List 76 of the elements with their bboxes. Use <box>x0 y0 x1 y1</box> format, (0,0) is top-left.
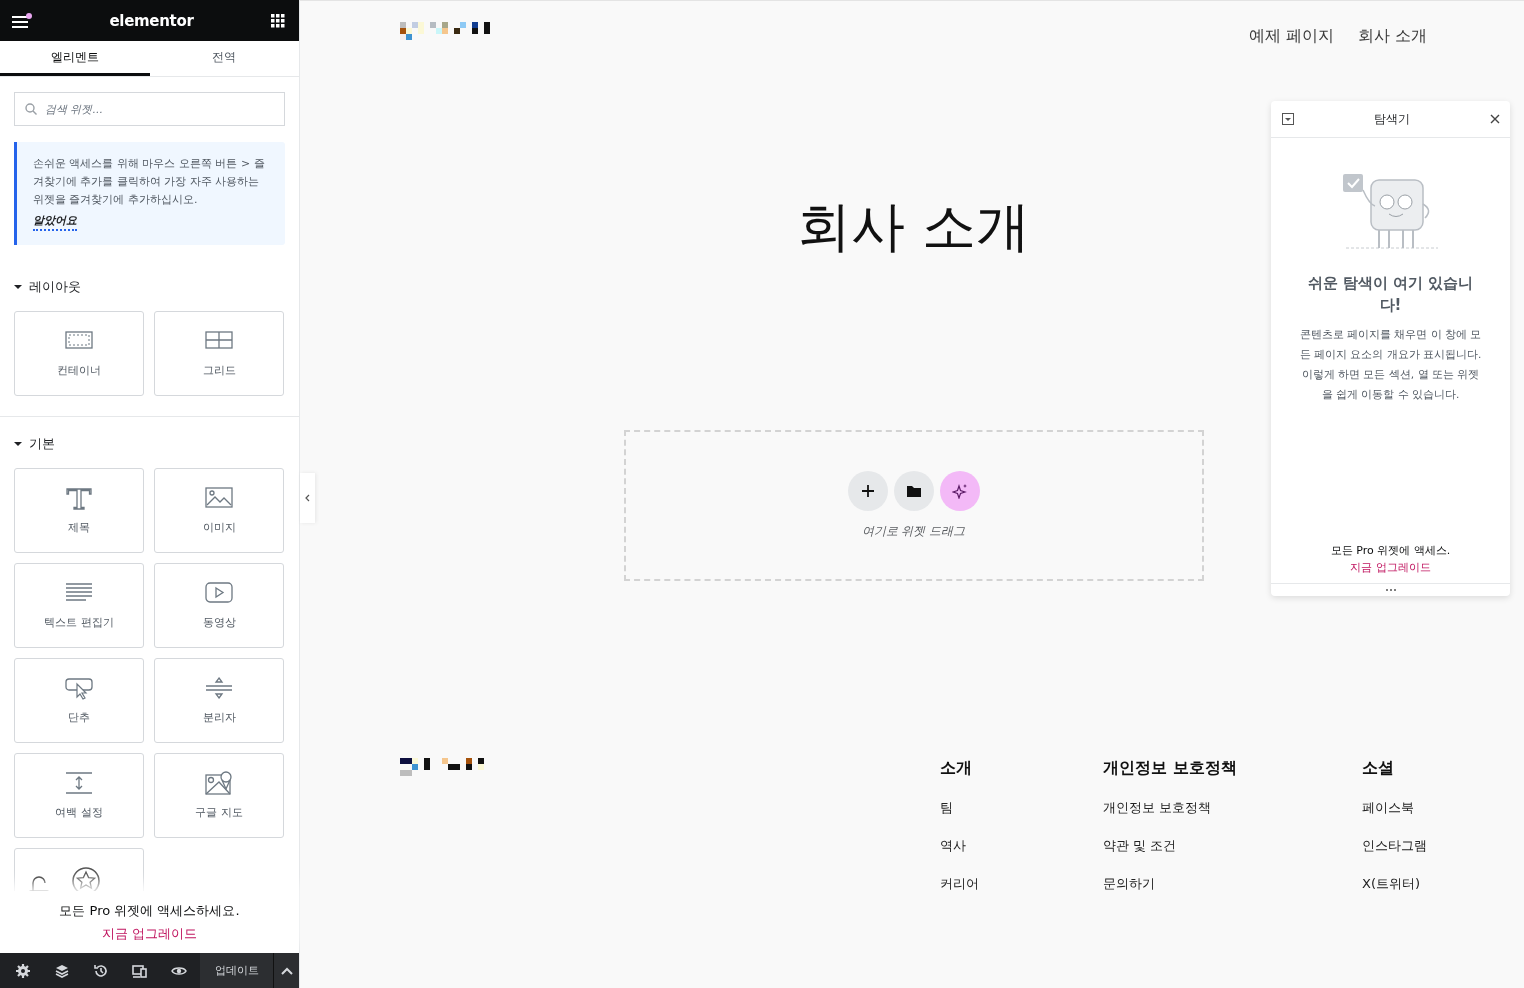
widget-label: 이미지 <box>202 520 236 535</box>
widget-card[interactable]: 이미지 <box>154 468 284 553</box>
responsive-icon[interactable] <box>131 962 148 979</box>
panel-title: 탐색기 <box>1374 110 1410 128</box>
pointer-icon <box>65 676 93 700</box>
drop-hint: 여기로 위젯 드래그 <box>861 522 966 540</box>
collapse-icon[interactable] <box>1282 113 1294 125</box>
sparkle-icon <box>951 482 968 499</box>
widget-label: 분리자 <box>202 710 236 725</box>
dismiss-link[interactable]: 알았어요 <box>33 213 77 231</box>
resize-handle-icon[interactable] <box>1384 588 1397 592</box>
footer-link[interactable]: 개인정보 보호정책 <box>1103 798 1362 817</box>
divider-icon <box>205 676 233 700</box>
footer-heading: 소개 <box>940 757 973 779</box>
footer-heading: 개인정보 보호정책 <box>1103 757 1238 779</box>
search-icon <box>25 103 37 115</box>
category-title[interactable]: 레이아웃 <box>29 278 81 296</box>
footer-link[interactable]: X(트위터) <box>1362 874 1427 893</box>
widget-card[interactable]: 컨테이너 <box>14 311 144 396</box>
plus-icon <box>861 484 874 497</box>
footer-link[interactable]: 문의하기 <box>1103 874 1362 893</box>
footer-link[interactable]: 팀 <box>940 798 1103 817</box>
widget-card[interactable]: 구글 지도 <box>154 753 284 838</box>
nav-link[interactable]: 예제 페이지 <box>1248 26 1334 47</box>
notice-text: 손쉬운 액세스를 위해 마우스 오른쪽 버튼 > 즐겨찾기에 추가를 클릭하여 가장 자주 사용하는 위젯을 즐겨찾기에 추가하십시오. <box>33 156 266 208</box>
widget-label: 컨테이너 <box>57 363 101 378</box>
widget-card[interactable]: 동영상 <box>154 563 284 648</box>
apps-grid-icon[interactable] <box>271 13 285 28</box>
upgrade-link[interactable]: 지금 업그레이드 <box>1350 559 1431 576</box>
footer-link[interactable]: 인스타그램 <box>1362 836 1427 855</box>
heading-icon <box>65 486 93 510</box>
image-icon <box>205 486 233 510</box>
widget-label: 텍스트 편집기 <box>44 615 114 630</box>
close-icon[interactable] <box>1490 114 1500 124</box>
layers-icon[interactable] <box>53 962 70 979</box>
play-icon <box>205 581 233 605</box>
widget-card[interactable]: 분리자 <box>154 658 284 743</box>
footer-link[interactable]: 약관 및 조건 <box>1103 836 1362 855</box>
empty-state-heading: 쉬운 탐색이 여기 있습니다! <box>1306 273 1475 316</box>
menu-icon[interactable] <box>10 12 32 29</box>
category-title[interactable]: 기본 <box>29 435 55 453</box>
widget-card[interactable]: 제목 <box>14 468 144 553</box>
footer-link[interactable]: 역사 <box>940 836 1103 855</box>
widget-label: 여백 설정 <box>55 805 103 820</box>
widget-card[interactable]: 그리드 <box>154 311 284 396</box>
empty-state-text: 콘텐츠로 페이지를 채우면 이 창에 모든 페이지 요소의 개요가 표시됩니다. 이렇게 하면 모든 섹션, 열 또는 위젯을 쉽게 이동할 수 있습니다. <box>1299 327 1482 402</box>
promo-text: 모든 Pro 위젯에 액세스하세요. <box>59 901 240 920</box>
footer-link[interactable]: 커리어 <box>940 874 1103 893</box>
caret-icon[interactable] <box>14 440 22 448</box>
chevron-up-icon[interactable] <box>280 966 293 975</box>
widget-label: 동영상 <box>202 615 236 630</box>
widget-card[interactable]: 여백 설정 <box>14 753 144 838</box>
nav-link[interactable]: 회사 소개 <box>1357 26 1427 47</box>
footer-heading: 소셜 <box>1362 757 1395 779</box>
widget-card[interactable]: 텍스트 편집기 <box>14 563 144 648</box>
widget-label: 그리드 <box>202 363 236 378</box>
map-pin-icon <box>205 771 233 795</box>
widget-label: 제목 <box>68 520 90 535</box>
page-title: 회사 소개 <box>796 195 1031 260</box>
collapse-handle[interactable] <box>300 473 315 523</box>
caret-icon[interactable] <box>14 283 22 291</box>
ai-button[interactable] <box>939 470 980 511</box>
upgrade-link[interactable]: 지금 업그레이드 <box>102 925 197 943</box>
footer-link[interactable]: 페이스북 <box>1362 798 1427 817</box>
widget-label: 단추 <box>68 710 90 725</box>
update-button[interactable]: 업데이트 <box>200 953 274 988</box>
spacer-icon <box>65 771 93 795</box>
settings-icon[interactable] <box>14 962 31 979</box>
widget-card[interactable]: 단추 <box>14 658 144 743</box>
history-icon[interactable] <box>92 962 109 979</box>
widget-label: 구글 지도 <box>195 805 243 820</box>
folder-icon <box>906 484 921 497</box>
promo-text: 모든 Pro 위젯에 액세스. 지금 업그레이드 <box>1329 543 1452 578</box>
search-field[interactable]: 검색 위젯... <box>14 92 285 126</box>
chevron-left-icon <box>305 494 310 502</box>
brand-logo: elementor <box>109 11 194 30</box>
